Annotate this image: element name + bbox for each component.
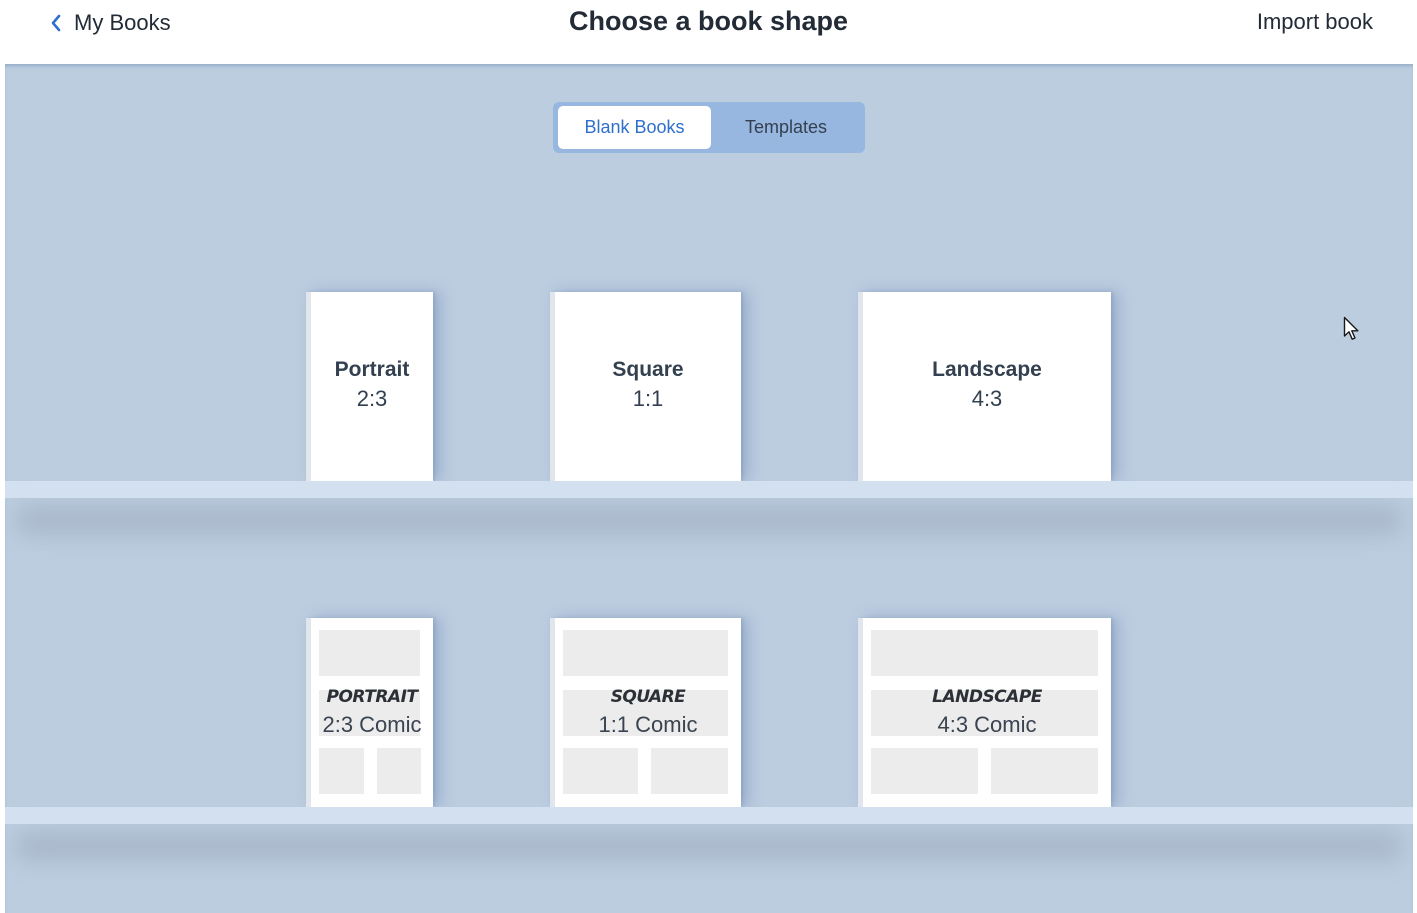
book-square[interactable]: Square 1:1: [550, 292, 741, 481]
book-ratio: 2:3 Comic: [322, 712, 422, 737]
book-ratio: 4:3: [971, 386, 1003, 411]
mouse-pointer-icon: [1343, 316, 1361, 347]
book-portrait[interactable]: Portrait 2:3: [306, 292, 433, 481]
top-bar: My Books Choose a book shape Import book: [0, 0, 1417, 64]
tab-blank-books[interactable]: Blank Books: [558, 106, 711, 149]
comic-panel: [871, 748, 978, 794]
book-ratio: 1:1 Comic: [598, 712, 698, 737]
book-portrait-comic[interactable]: PORTRAIT 2:3 Comic: [306, 618, 433, 807]
shelf-top: [5, 481, 1413, 498]
book-landscape-comic[interactable]: LANDSCAPE 4:3 Comic: [858, 618, 1111, 807]
page-title: Choose a book shape: [568, 6, 849, 36]
book-ratio: 2:3: [356, 386, 388, 411]
book-ratio: 1:1: [632, 386, 664, 411]
comic-panel: [319, 748, 364, 794]
book-name: PORTRAIT: [326, 687, 418, 707]
comic-panel: [651, 748, 728, 794]
shelf-shadow: [15, 505, 1403, 535]
comic-panel: [377, 748, 421, 794]
comic-panel: [991, 748, 1098, 794]
tab-templates[interactable]: Templates: [711, 106, 861, 149]
book-label: LANDSCAPE 4:3 Comic: [863, 684, 1111, 740]
book-label: PORTRAIT 2:3 Comic: [311, 684, 433, 740]
book-name: Portrait: [334, 358, 410, 381]
book-name: SQUARE: [610, 687, 686, 707]
comic-panel: [563, 748, 638, 794]
book-label: Landscape 4:3: [863, 356, 1111, 414]
comic-panel: [563, 630, 728, 676]
book-square-comic[interactable]: SQUARE 1:1 Comic: [550, 618, 741, 807]
book-label: SQUARE 1:1 Comic: [555, 684, 741, 740]
book-name: LANDSCAPE: [932, 687, 1042, 707]
book-label: Square 1:1: [555, 356, 741, 414]
book-name: Square: [612, 358, 684, 381]
book-type-toggle: Blank Books Templates: [553, 102, 865, 153]
comic-panel: [871, 630, 1098, 676]
shelf-bottom: [5, 807, 1413, 824]
book-name: Landscape: [932, 358, 1042, 381]
book-label: Portrait 2:3: [311, 356, 433, 414]
comic-panel: [319, 630, 420, 676]
bookshelf-area: Blank Books Templates Portrait 2:3 Squar…: [5, 64, 1413, 913]
book-ratio: 4:3 Comic: [937, 712, 1037, 737]
shelf-shadow: [15, 831, 1403, 861]
book-landscape[interactable]: Landscape 4:3: [858, 292, 1111, 481]
import-book-link[interactable]: Import book: [1257, 9, 1373, 35]
